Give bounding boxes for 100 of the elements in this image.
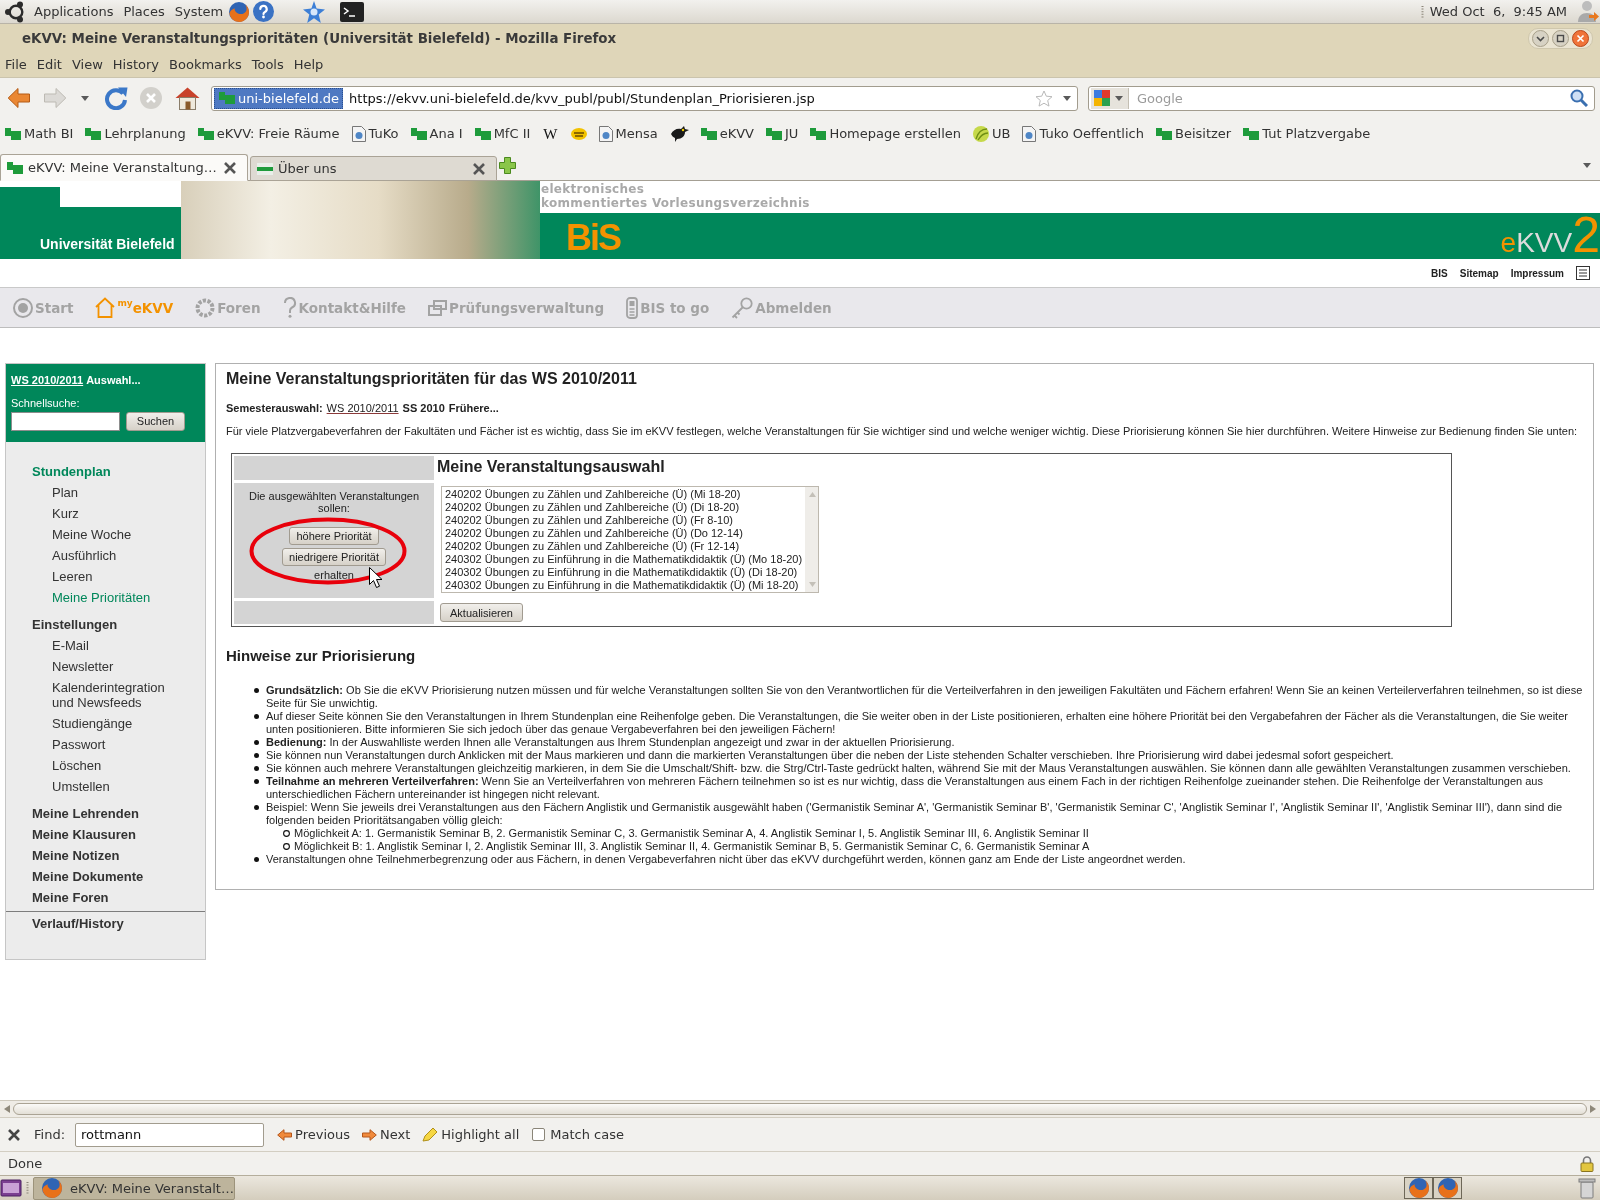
sidebar-link[interactable]: Leeren (52, 566, 93, 587)
home-button[interactable] (175, 86, 200, 110)
menu-item[interactable]: View (66, 54, 108, 75)
workspace-button[interactable] (1433, 1177, 1462, 1199)
scroll-right-icon[interactable] (1590, 1105, 1596, 1113)
bookmark-item[interactable]: TuKo (351, 125, 399, 143)
sidebar-link[interactable]: Kalenderintegration und Newsfeeds (52, 677, 182, 713)
bookmark-item[interactable]: Beisitzer (1156, 125, 1232, 143)
search-button[interactable]: Suchen (126, 412, 185, 431)
sidebar-section-link[interactable]: Einstellungen (32, 614, 118, 635)
course-listbox[interactable] (441, 486, 819, 593)
priority-button[interactable]: höhere Priorität (289, 527, 379, 545)
panel-menu[interactable]: Places (118, 1, 170, 22)
history-link[interactable]: Verlauf/History (32, 913, 124, 934)
search-icon[interactable] (1570, 89, 1588, 107)
header-link[interactable]: Impressum (1510, 267, 1564, 279)
sidebar-link[interactable]: Ausführlich (52, 545, 117, 566)
semester-link[interactable]: WS 2010/2011 (11, 374, 84, 387)
header-link[interactable]: BIS (1431, 267, 1448, 279)
bookmark-item[interactable]: Tuko Oeffentlich (1022, 125, 1144, 143)
trash-icon[interactable] (1578, 1177, 1596, 1199)
scrollbar-thumb[interactable] (13, 1103, 1587, 1115)
taskbar-window-button[interactable]: eKVV: Meine Veranstalt… (33, 1176, 235, 1200)
course-option[interactable]: 240202 Übungen zu Zählen und Zahlbereiche (Ü) (Do 12-14) (444, 527, 744, 540)
browser-tab[interactable]: Über uns (250, 156, 497, 181)
sidebar-section-link[interactable]: Meine Foren (32, 887, 109, 908)
sidebar-section-link[interactable]: Meine Klausuren (32, 824, 137, 845)
sidebar-section-link[interactable]: Stundenplan (32, 461, 111, 482)
sidebar-link[interactable]: Newsletter (52, 656, 114, 677)
panel-clock[interactable]: Wed Oct 6, 9:45 AM (1429, 1, 1567, 22)
bookmark-item[interactable]: Mensa (598, 125, 658, 143)
url-dropdown-icon[interactable] (1063, 95, 1071, 101)
bookmark-item[interactable]: Ana I (410, 125, 463, 143)
sidebar-section-link[interactable]: Meine Lehrenden (32, 803, 139, 824)
menu-item[interactable]: File (0, 54, 32, 75)
course-option[interactable]: 240302 Übungen zu Einführung in die Mathematikdidaktik (Ü) (Mo 18-20) (444, 553, 804, 566)
semester-option[interactable]: Frühere... (448, 401, 499, 415)
find-button[interactable]: Previous (277, 1127, 350, 1142)
sidebar-link[interactable]: Löschen (52, 755, 102, 776)
horizontal-scrollbar[interactable] (0, 1100, 1600, 1117)
star-launcher-icon[interactable] (303, 0, 326, 23)
site-identity-button[interactable]: uni-bielefeld.de (214, 87, 344, 109)
course-option[interactable]: 240202 Übungen zu Zählen und Zahlbereiche (Ü) (Fr 12-14) (444, 540, 741, 553)
bookmark-item[interactable]: JU (766, 125, 799, 143)
tab-list-icon[interactable] (1583, 162, 1591, 168)
sidebar-link[interactable]: Umstellen (52, 776, 110, 797)
bookmark-item[interactable]: W (542, 126, 559, 142)
bird-icon[interactable] (669, 125, 689, 143)
sidebar-section-link[interactable]: Meine Dokumente (32, 866, 144, 887)
semester-option[interactable]: WS 2010/2011 (326, 401, 399, 415)
course-option[interactable]: 240202 Übungen zu Zählen und Zahlbereiche (Ü) (Fr 8-10) (444, 514, 734, 527)
bookmark-item[interactable]: Lehrplanung (85, 125, 186, 143)
emblem-icon[interactable] (570, 128, 587, 140)
sidebar-section-link[interactable]: Meine Notizen (32, 845, 120, 866)
menu-item[interactable]: Tools (246, 54, 289, 75)
match-case-checkbox[interactable] (532, 1128, 546, 1141)
close-icon[interactable] (473, 162, 485, 175)
panel-menu[interactable]: Applications (29, 1, 119, 22)
semester-option[interactable]: SS 2010 (402, 401, 445, 415)
back-button[interactable] (7, 87, 31, 109)
browser-tab[interactable]: eKVV: Meine Veranstaltung… (0, 154, 248, 181)
menu-item[interactable]: Edit (31, 54, 67, 75)
bookmark-item[interactable]: Tut Platzvergabe (1243, 125, 1371, 143)
reload-button[interactable] (104, 86, 128, 110)
sidebar-link[interactable]: Meine Prioritäten (52, 587, 151, 608)
course-option[interactable]: 240202 Übungen zu Zählen und Zahlbereiche (Ü) (Di 18-20) (444, 501, 741, 514)
search-engine-button[interactable] (1091, 87, 1129, 109)
terminal-icon[interactable] (340, 1, 365, 22)
bookmark-item[interactable]: UB (973, 125, 1011, 143)
workspace-button[interactable] (1404, 1177, 1433, 1199)
minimize-button[interactable] (1532, 29, 1549, 47)
bookmark-item[interactable]: MfC II (474, 125, 531, 143)
bookmark-item[interactable]: eKVV (700, 125, 754, 143)
menu-item[interactable]: Bookmarks (164, 54, 247, 75)
menu-item[interactable]: History (107, 54, 165, 75)
priority-button[interactable]: niedrigere Priorität (282, 548, 386, 566)
history-dropdown-icon[interactable] (81, 95, 89, 101)
bookmark-item[interactable]: Math BI (5, 125, 74, 143)
help-icon[interactable] (253, 1, 275, 22)
close-icon[interactable] (8, 1128, 20, 1141)
address-field[interactable]: uni-bielefeld.de https://ekvv.uni-bielefeld.de/kvv_publ/publ/Stundenplan_Priorisieren.jsp (211, 85, 1078, 111)
quick-search-field[interactable] (11, 412, 120, 431)
sidebar-link[interactable]: E-Mail (52, 635, 89, 656)
desktop-icon[interactable] (0, 1177, 22, 1199)
course-option[interactable]: 240302 Übungen zu Einführung in die Mathematikdidaktik (Ü) (Mi 18-20) (444, 579, 800, 592)
sidebar-link[interactable]: Plan (52, 482, 79, 503)
sidebar-link[interactable]: Kurz (52, 503, 79, 524)
sidebar-link[interactable]: Studiengänge (52, 713, 133, 734)
course-option[interactable]: 240202 Übungen zu Zählen und Zahlbereiche (Ü) (Mi 18-20) (444, 488, 742, 501)
star-icon[interactable] (1035, 89, 1053, 107)
sidebar-link[interactable]: Meine Woche (52, 524, 132, 545)
semester-choice-link[interactable]: Auswahl... (86, 374, 141, 387)
bookmark-item[interactable]: eKVV: Freie Räume (197, 125, 340, 143)
panel-menu[interactable]: System (169, 1, 229, 22)
maximize-button[interactable] (1552, 29, 1569, 47)
close-icon[interactable] (224, 161, 236, 174)
user-switch-icon[interactable] (1577, 0, 1600, 23)
sidebar-link[interactable]: Passwort (52, 734, 106, 755)
bookmark-item[interactable]: Homepage erstellen (810, 125, 962, 143)
find-button[interactable]: Highlight all (422, 1127, 520, 1142)
